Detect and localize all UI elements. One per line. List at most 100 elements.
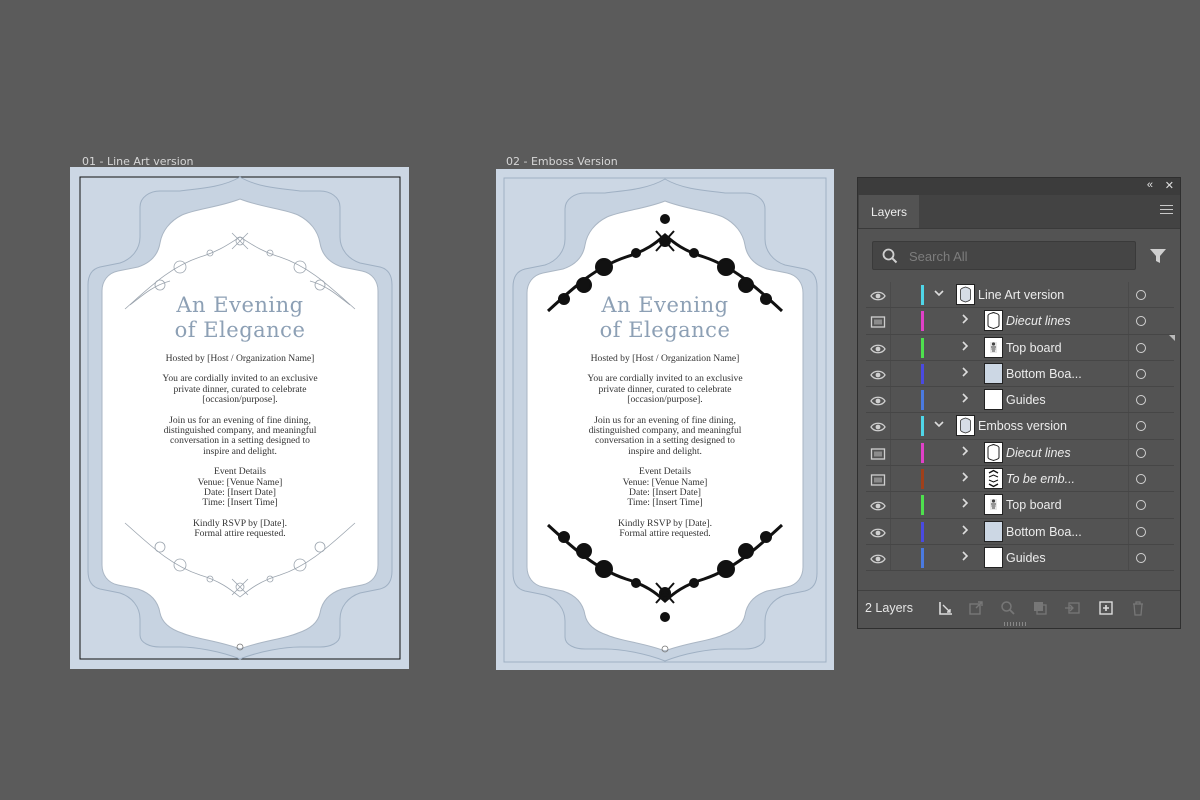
chevron-right-icon[interactable] — [959, 497, 971, 511]
target-circle-icon[interactable] — [1136, 342, 1146, 353]
eye-icon[interactable] — [870, 394, 886, 406]
column-divider — [890, 492, 891, 518]
artboard-label-2[interactable]: 02 - Emboss Version — [506, 155, 618, 168]
panel-title-bar[interactable]: « ✕ — [858, 178, 1180, 195]
layer-name[interactable]: Line Art version — [978, 288, 1064, 302]
eye-icon[interactable] — [870, 420, 886, 432]
rsvp: Kindly RSVP by [Date]. Formal attire req… — [130, 518, 350, 540]
panel-tab-row: Layers — [858, 195, 1180, 229]
export-icon[interactable] — [968, 600, 984, 616]
delete-icon[interactable] — [1130, 600, 1146, 616]
target-circle-icon[interactable] — [1136, 474, 1146, 485]
eye-icon[interactable] — [870, 289, 886, 301]
column-divider — [890, 360, 891, 387]
eye-icon[interactable] — [870, 526, 886, 538]
layer-color-swatch — [921, 311, 924, 332]
close-icon[interactable]: ✕ — [1165, 179, 1174, 192]
layer-list: Line Art version Diecut lines Top board Bot… — [866, 282, 1174, 572]
double-chevron-left-icon[interactable]: « — [1147, 179, 1153, 191]
target-circle-icon[interactable] — [1136, 447, 1146, 458]
layer-row[interactable]: Emboss version — [866, 413, 1174, 440]
search-input[interactable] — [907, 247, 1131, 266]
target-circle-icon[interactable] — [1136, 500, 1146, 511]
chevron-right-icon[interactable] — [959, 445, 971, 459]
search-field[interactable] — [872, 241, 1136, 270]
target-circle-icon[interactable] — [1136, 395, 1146, 406]
tab-layers[interactable]: Layers — [859, 195, 919, 228]
layer-color-swatch — [921, 521, 924, 542]
layer-color-swatch — [921, 495, 924, 516]
chevron-right-icon[interactable] — [959, 471, 971, 485]
column-divider — [1128, 413, 1129, 439]
join-paragraph: Join us for an evening of fine dining, d… — [130, 415, 350, 458]
resize-grip[interactable] — [1004, 622, 1028, 626]
layer-name[interactable]: Guides — [1006, 393, 1046, 407]
chevron-right-icon[interactable] — [959, 340, 971, 354]
layer-name[interactable]: Emboss version — [978, 419, 1067, 433]
artboard-emboss[interactable]: An Evening of Elegance Hosted by [Host /… — [496, 169, 834, 670]
target-circle-icon[interactable] — [1136, 526, 1146, 537]
eye-icon[interactable] — [870, 368, 886, 380]
layer-row[interactable]: Top board — [866, 492, 1174, 519]
column-divider — [890, 282, 891, 308]
chevron-right-icon[interactable] — [959, 366, 971, 380]
column-divider — [890, 466, 891, 492]
layer-name[interactable]: Bottom Boa... — [1006, 367, 1082, 381]
layer-name[interactable]: Diecut lines — [1006, 446, 1071, 460]
event-details: Event Details Venue: [Venue Name] Date: … — [130, 466, 350, 509]
layer-name[interactable]: To be emb... — [1006, 472, 1075, 486]
new-sublayer-icon[interactable] — [1064, 600, 1080, 616]
chevron-right-icon[interactable] — [959, 313, 971, 327]
layer-name[interactable]: Bottom Boa... — [1006, 525, 1082, 539]
text-line: [occasion/purpose]. — [202, 394, 278, 406]
target-circle-icon[interactable] — [1136, 421, 1146, 432]
layer-color-swatch — [921, 469, 924, 490]
clipping-mask-icon[interactable] — [1032, 600, 1048, 616]
layer-row[interactable]: Line Art version — [866, 282, 1174, 309]
hamburger-menu-icon[interactable] — [1160, 205, 1173, 217]
layer-name[interactable]: Top board — [1006, 498, 1062, 512]
chevron-right-icon[interactable] — [959, 550, 971, 564]
layer-row[interactable]: Bottom Boa... — [866, 360, 1174, 388]
target-circle-icon[interactable] — [1136, 368, 1146, 379]
column-divider — [1128, 308, 1129, 334]
layer-row[interactable]: Diecut lines — [866, 439, 1174, 467]
layer-row[interactable]: Guides — [866, 544, 1174, 572]
layer-row[interactable]: To be emb... — [866, 466, 1174, 493]
chevron-right-icon[interactable] — [959, 392, 971, 406]
text-line: Time: [Insert Time] — [627, 497, 703, 509]
new-layer-icon[interactable] — [1098, 600, 1114, 616]
layer-name[interactable]: Top board — [1006, 341, 1062, 355]
search-icon — [882, 248, 898, 264]
layer-name[interactable]: Guides — [1006, 551, 1046, 565]
template-layer-icon[interactable] — [870, 473, 886, 486]
template-layer-icon[interactable] — [870, 447, 886, 460]
layer-color-swatch — [921, 416, 924, 437]
target-circle-icon[interactable] — [1136, 316, 1146, 327]
text-line: Formal attire requested. — [194, 528, 286, 540]
layer-row[interactable]: Diecut lines — [866, 308, 1174, 335]
artboard-line-art[interactable]: An Evening of Elegance Hosted by [Host /… — [70, 167, 409, 669]
layer-row[interactable]: Bottom Boa... — [866, 518, 1174, 545]
locate-object-icon[interactable] — [1000, 600, 1016, 616]
eye-icon[interactable] — [870, 552, 886, 564]
layer-color-swatch — [921, 390, 924, 411]
chevron-down-icon[interactable] — [933, 418, 945, 432]
layer-row[interactable]: Guides — [866, 387, 1174, 414]
eye-icon[interactable] — [870, 342, 886, 354]
filter-icon[interactable] — [1149, 247, 1167, 265]
layer-thumbnail — [984, 520, 1003, 542]
eye-icon[interactable] — [870, 499, 886, 511]
invite-paragraph: You are cordially invited to an exclusiv… — [130, 373, 350, 406]
event-details: Event Details Venue: [Venue Name] Date: … — [555, 466, 775, 509]
chevron-down-icon[interactable] — [933, 287, 945, 301]
collect-for-export-icon[interactable] — [938, 600, 954, 616]
layer-thumbnail — [984, 336, 1003, 358]
invite-paragraph: You are cordially invited to an exclusiv… — [555, 373, 775, 405]
chevron-right-icon[interactable] — [959, 524, 971, 538]
template-layer-icon[interactable] — [870, 315, 886, 328]
layer-name[interactable]: Diecut lines — [1006, 314, 1071, 328]
layer-row[interactable]: Top board — [866, 334, 1174, 361]
target-circle-icon[interactable] — [1136, 552, 1146, 563]
target-circle-icon[interactable] — [1136, 290, 1146, 300]
